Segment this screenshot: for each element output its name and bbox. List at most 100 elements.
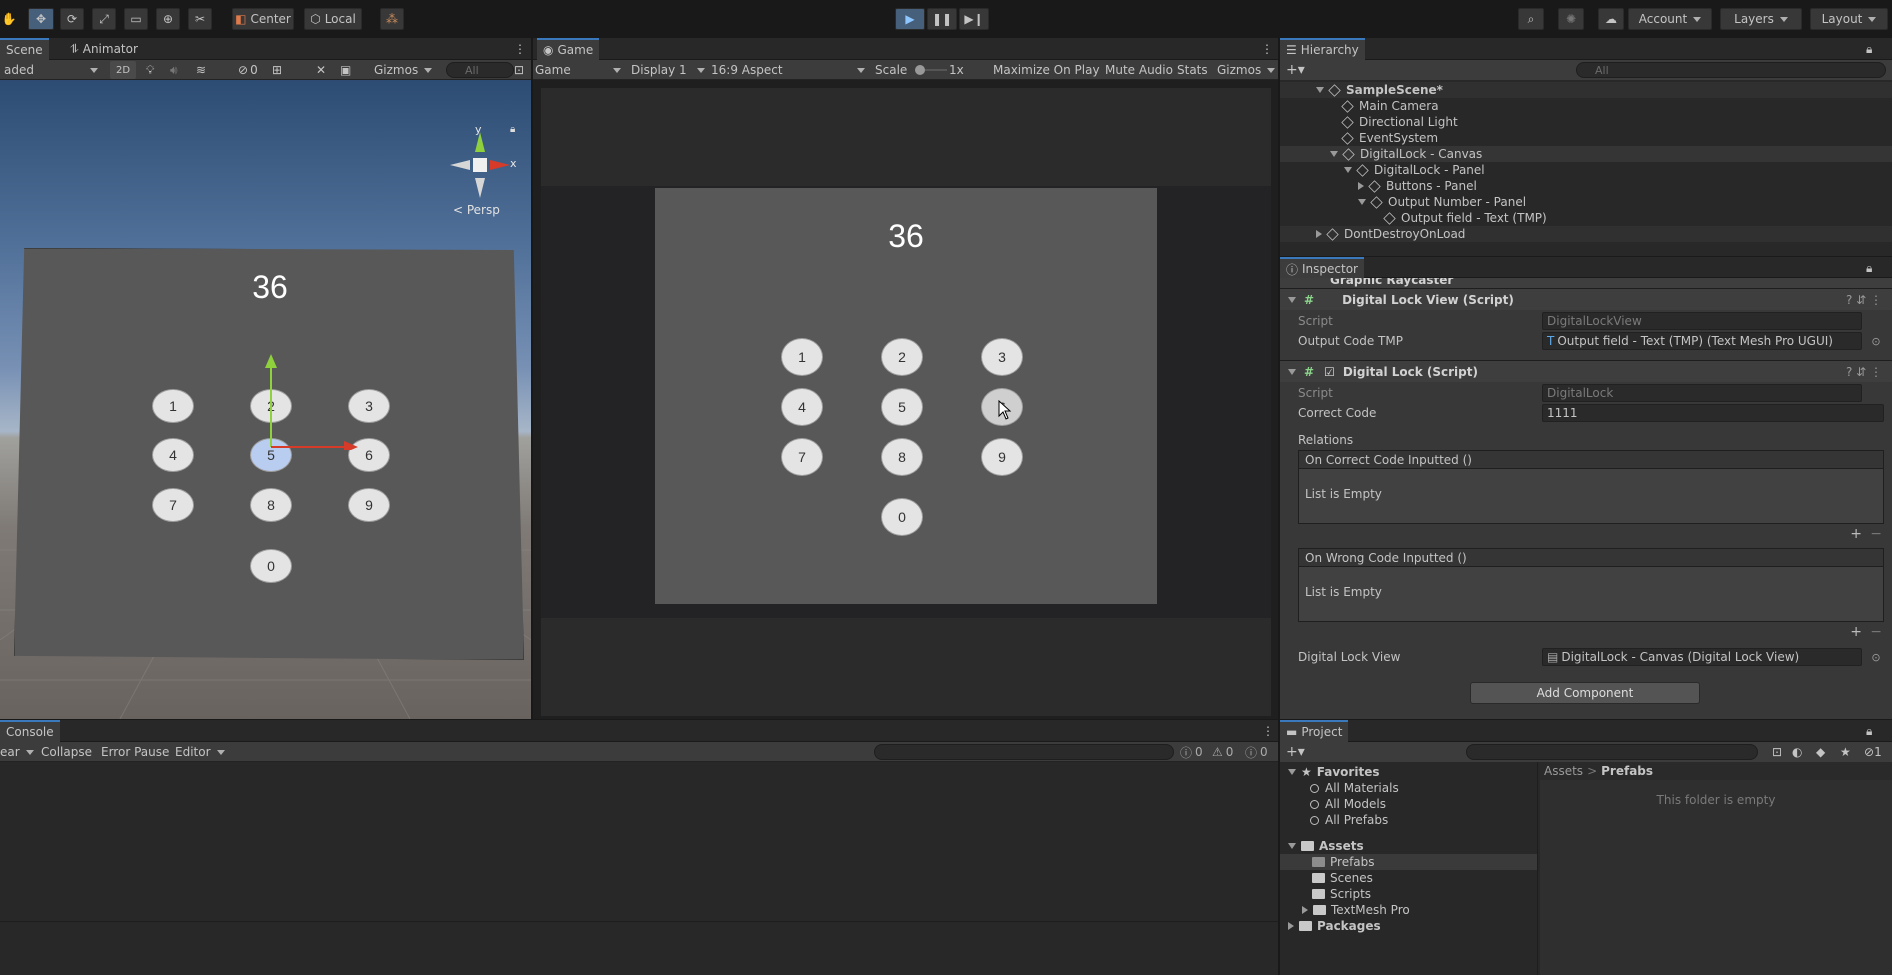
expand-icon[interactable] [1330,151,1338,157]
on-correct-remove-button[interactable]: − [1870,526,1882,542]
folder-textmesh-pro[interactable]: TextMesh Pro [1280,902,1537,918]
expand-icon[interactable] [1316,87,1324,93]
hierarchy-item-buttons-panel[interactable]: Buttons - Panel [1280,178,1892,194]
folder-prefabs[interactable]: Prefabs [1280,854,1537,870]
hierarchy-item-eventsystem[interactable]: EventSystem [1280,130,1892,146]
packages-folder[interactable]: Packages [1280,918,1537,934]
layout-dropdown[interactable]: Layout [1810,8,1888,30]
pause-button[interactable]: ❚❚ [927,8,957,30]
expand-icon[interactable] [1288,769,1296,775]
lighting-icon[interactable]: 💡︎ [146,61,154,79]
console-search-input[interactable] [874,744,1174,760]
grid-snap-icon[interactable]: ⁂ [380,8,404,30]
scene-search-options-icon[interactable]: ⊡ [514,61,524,79]
hierarchy-item-dontdestroyonload[interactable]: DontDestroyOnLoad [1280,226,1892,242]
shading-mode-dropdown[interactable]: aded [4,61,98,79]
grid-toggle-icon[interactable]: ⊞ [272,61,282,79]
editor-dropdown[interactable]: Editor [175,743,225,761]
search-icon[interactable]: ⌕ [1518,8,1544,30]
expand-icon[interactable] [1288,296,1296,303]
search-by-type-icon[interactable]: ⊡ [1772,743,1782,761]
lock-component-header[interactable]: # ☑ Digital Lock (Script) ? ⇵ ⋮ [1280,360,1892,382]
rect-tool-icon[interactable]: ▭ [124,8,148,30]
scene-viewport[interactable]: 36 1 2 3 4 5 6 7 8 9 0 y x 🔒︎ < Persp [0,80,531,719]
error-count-toggle[interactable]: ⓘ 0 [1245,743,1268,761]
game-button-0[interactable]: 0 [881,498,923,536]
tab-game[interactable]: ◉ Game [537,38,600,60]
view-component-header[interactable]: # Digital Lock View (Script) ? ⇵ ⋮ [1280,288,1892,310]
scene-search-input[interactable]: All [446,62,514,78]
digital-lock-view-field[interactable]: ▤ DigitalLock - Canvas (Digital Lock View… [1542,648,1862,666]
inspector-lock-icon[interactable]: 🔒︎ [1860,257,1878,279]
scene-button-7[interactable]: 7 [152,488,194,522]
hidden-objects-icon[interactable]: ⊘ 0 [238,61,258,79]
tab-hierarchy[interactable]: ☰ Hierarchy [1280,38,1365,60]
favorite-all-materials[interactable]: All Materials [1280,780,1537,796]
scene-button-8[interactable]: 8 [250,488,292,522]
search-by-label-icon[interactable]: ◐ [1792,743,1802,761]
favorites-item[interactable]: ★ Favorites [1280,764,1537,780]
game-gizmos-dropdown[interactable]: Gizmos [1217,61,1275,79]
component-menu-icon[interactable]: ? ⇵ ⋮ [1846,365,1882,379]
tab-inspector[interactable]: ⓘ Inspector [1280,257,1364,279]
on-wrong-add-button[interactable]: + [1850,624,1862,640]
collapse-icon[interactable] [1358,182,1364,190]
scene-button-4[interactable]: 4 [152,438,194,472]
error-pause-button[interactable]: Error Pause [101,743,169,761]
on-wrong-remove-button[interactable]: − [1870,624,1882,640]
collapse-icon[interactable] [1288,922,1294,930]
breadcrumb-prefabs[interactable]: Prefabs [1601,764,1653,778]
hierarchy-item-canvas[interactable]: DigitalLock - Canvas [1280,146,1892,162]
display-dropdown[interactable]: Display 1 [631,61,705,79]
game-button-9[interactable]: 9 [981,438,1023,476]
warning-count-toggle[interactable]: ⚠ 0 [1212,743,1233,761]
scale-tool-icon[interactable]: ⤢ [92,8,116,30]
transform-tool-icon[interactable]: ⊕ [156,8,180,30]
scale-slider[interactable] [915,61,947,79]
graphic-raycaster-header[interactable]: Graphic Raycaster [1280,278,1892,288]
custom-tool-icon[interactable]: ✂ [188,8,212,30]
pivot-center-button[interactable]: ◧ Center [232,8,294,30]
label-icon[interactable]: ◆ [1816,743,1825,761]
project-add-button[interactable]: +▾ [1286,743,1305,761]
correct-code-input[interactable]: 1111 [1542,404,1884,422]
game-viewport[interactable]: 36 1 2 3 4 5 6 7 8 9 0 [541,88,1271,716]
game-view-dropdown[interactable]: Game [535,61,621,79]
folder-scripts[interactable]: Scripts [1280,886,1537,902]
play-button[interactable]: ▶ [895,8,925,30]
cloud-icon[interactable]: ☁ [1598,8,1624,30]
project-lock-icon[interactable]: 🔒︎ [1860,720,1878,742]
move-gizmo[interactable] [250,350,370,450]
tab-scene[interactable]: Scene [0,38,49,60]
hierarchy-item-directional-light[interactable]: Directional Light [1280,114,1892,130]
hierarchy-add-button[interactable]: +▾ [1286,61,1305,79]
layers-dropdown[interactable]: Layers [1720,8,1802,30]
clear-button[interactable]: ear [0,743,34,761]
collab-icon[interactable]: ✺ [1558,8,1584,30]
tab-project[interactable]: ▬ Project [1280,720,1349,742]
favorite-all-prefabs[interactable]: All Prefabs [1280,812,1537,828]
console-menu-icon[interactable]: ⋮ [1256,720,1280,742]
object-picker-icon[interactable]: ⊙ [1870,335,1882,348]
game-button-5[interactable]: 5 [881,388,923,426]
move-tool-icon[interactable]: ✥ [28,8,54,30]
collapse-icon[interactable] [1302,906,1308,914]
hierarchy-lock-icon[interactable]: 🔒︎ [1860,38,1878,60]
hand-tool-icon[interactable]: ✋ [0,8,18,30]
hierarchy-search-input[interactable]: All [1576,62,1886,78]
component-menu-icon[interactable]: ? ⇵ ⋮ [1846,293,1882,307]
game-menu-icon[interactable]: ⋮ [1255,38,1279,60]
aspect-dropdown[interactable]: 16:9 Aspect [711,61,865,79]
scene-menu-icon[interactable]: ⋮ [508,38,532,60]
gizmos-dropdown[interactable]: Gizmos [374,61,432,79]
effects-icon[interactable]: ≋ [196,61,206,79]
game-button-8[interactable]: 8 [881,438,923,476]
hidden-packages-icon[interactable]: ⊘ 1 [1864,743,1882,761]
game-button-4[interactable]: 4 [781,388,823,426]
game-button-2[interactable]: 2 [881,338,923,376]
tab-console[interactable]: Console [0,720,60,742]
persp-label[interactable]: < Persp [453,203,500,217]
game-button-1[interactable]: 1 [781,338,823,376]
hierarchy-item-panel[interactable]: DigitalLock - Panel [1280,162,1892,178]
scene-button-0[interactable]: 0 [250,549,292,583]
